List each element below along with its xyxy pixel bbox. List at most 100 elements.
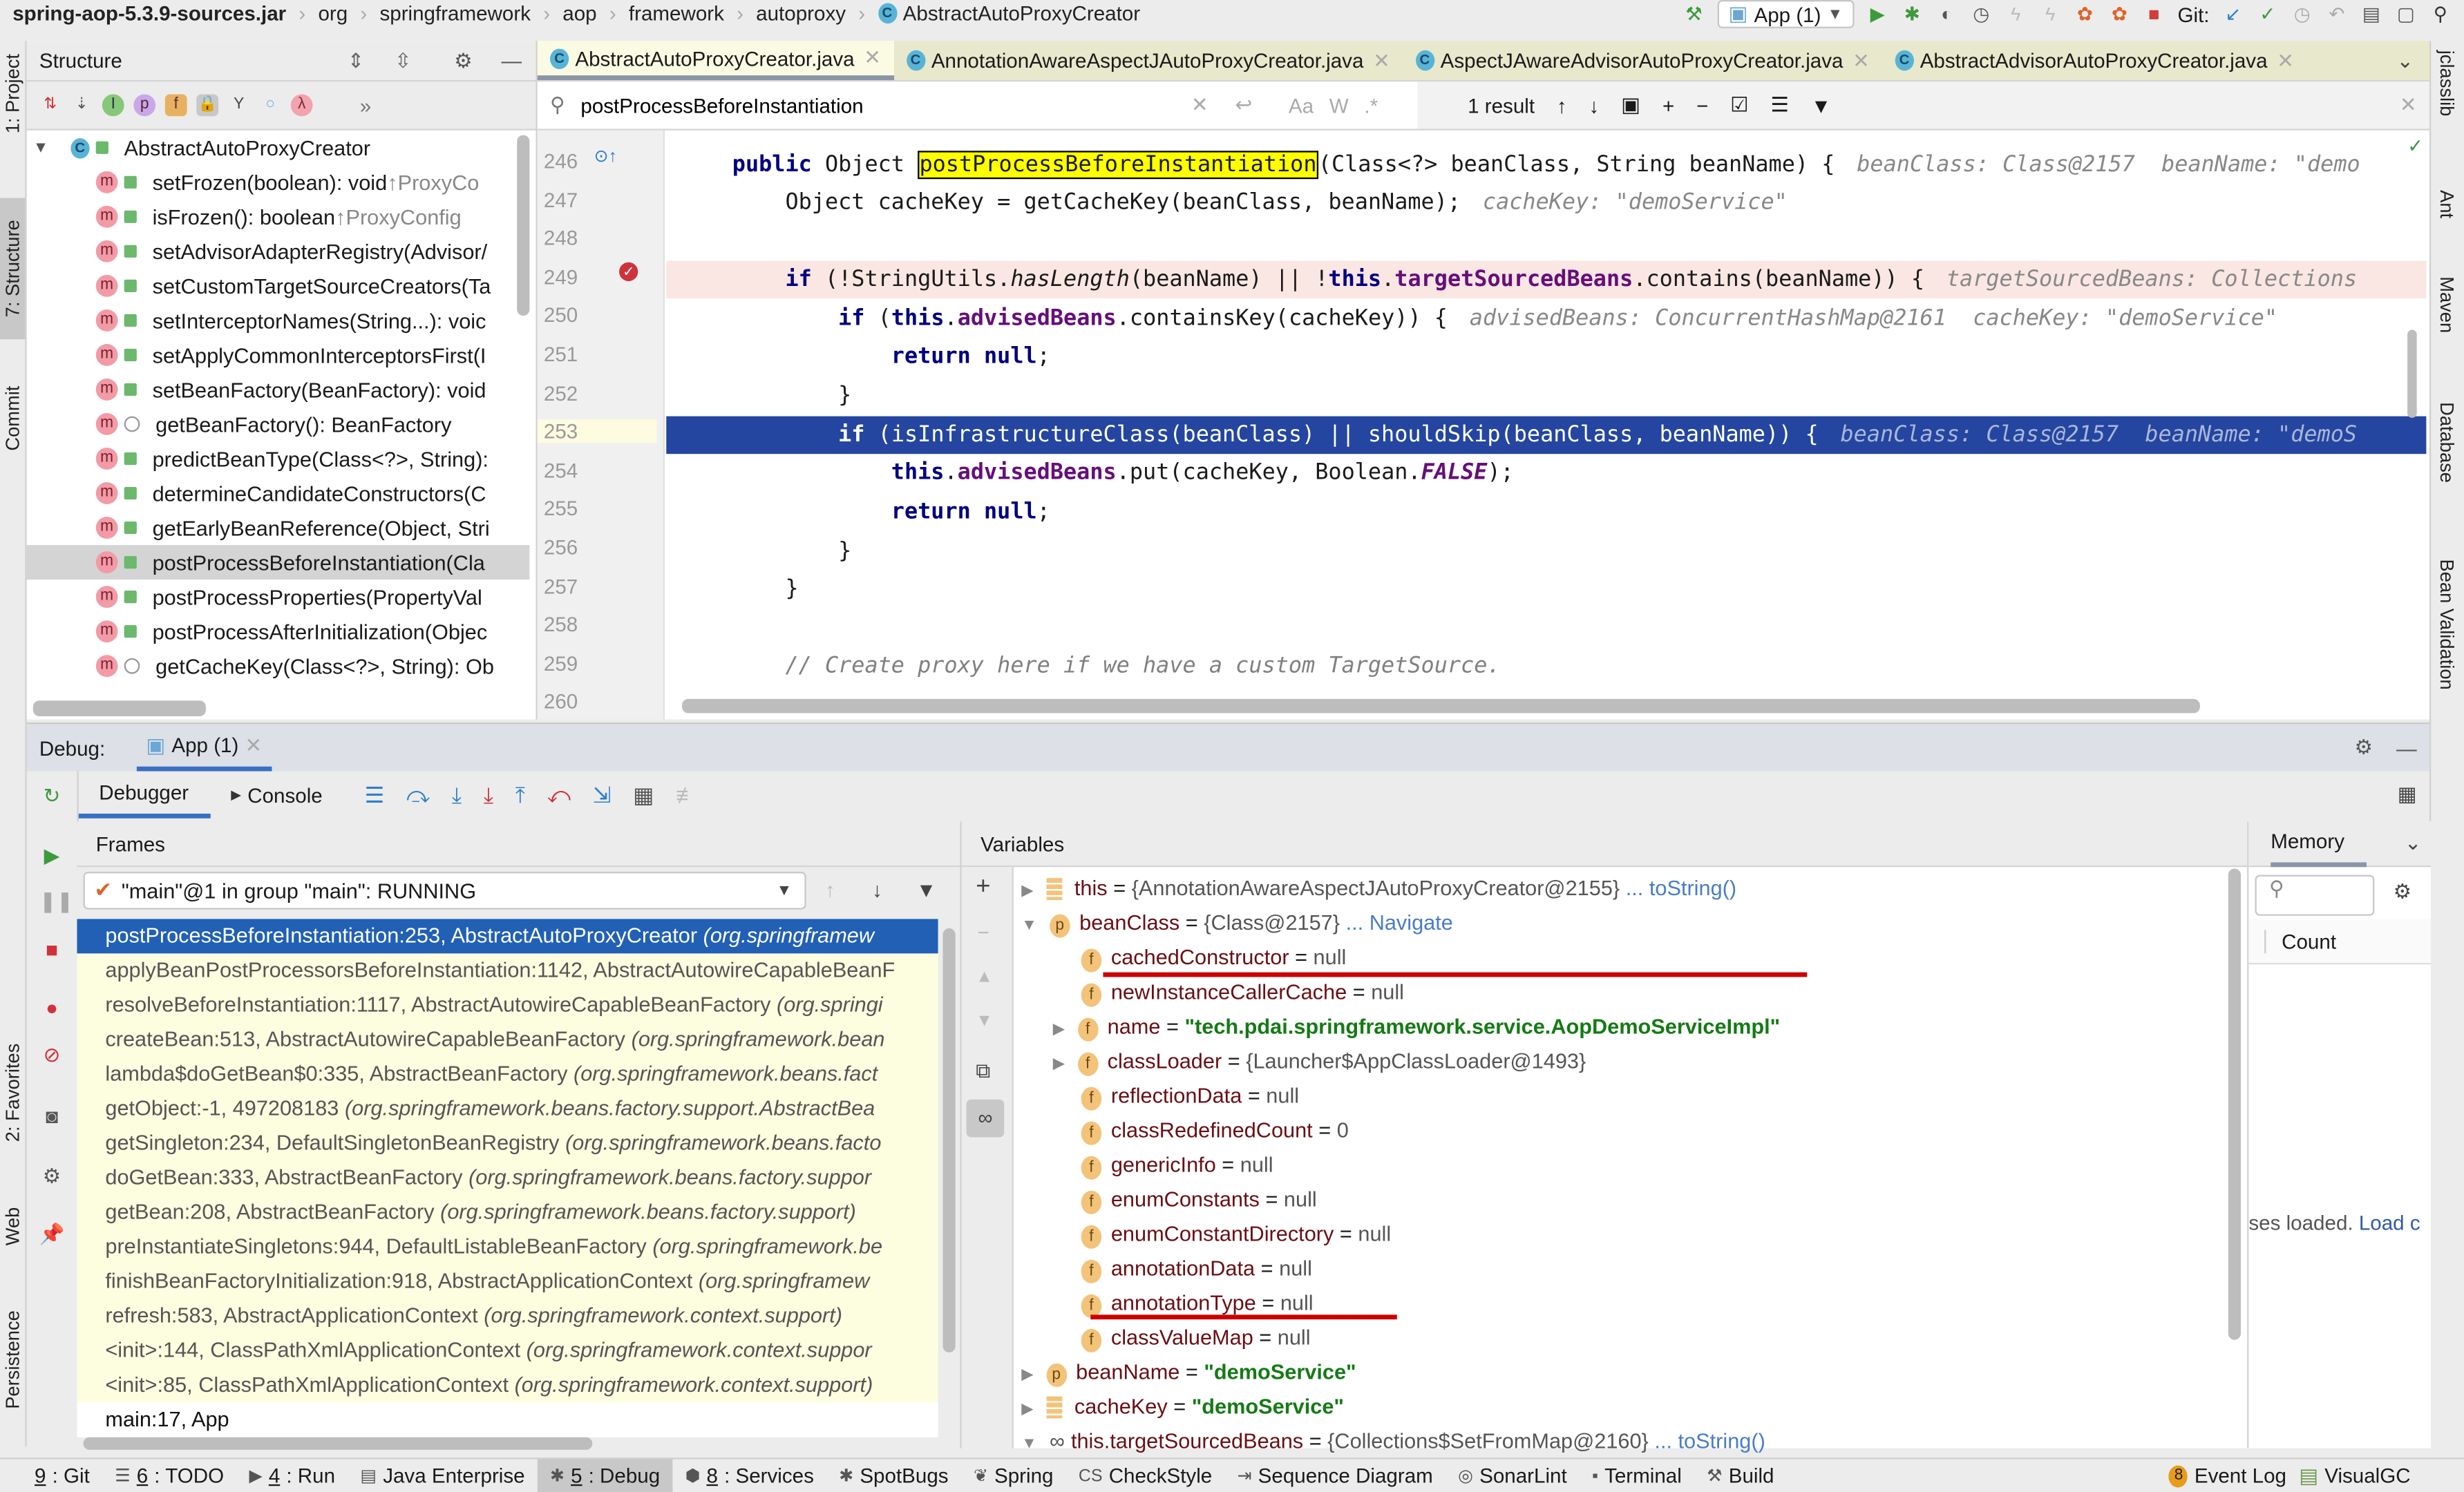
- line-number[interactable]: 246: [544, 149, 591, 173]
- structure-horizontal-scrollbar[interactable]: [32, 700, 206, 716]
- view-breakpoints-icon[interactable]: ●: [39, 996, 64, 1021]
- tool-window-button[interactable]: 9: Git: [22, 1460, 102, 1492]
- sort-alphabetically-icon[interactable]: ⇣: [70, 94, 93, 116]
- tab-annotation-aware-aspectj[interactable]: C AnnotationAwareAspectJAutoProxyCreator.…: [893, 41, 1403, 80]
- breakpoint-icon[interactable]: ✓: [619, 262, 638, 282]
- run-icon[interactable]: ▶: [1866, 3, 1888, 26]
- tool-window-button[interactable]: ✱ SpotBugs: [826, 1460, 961, 1492]
- more-icon[interactable]: »: [360, 93, 371, 117]
- structure-method-item[interactable]: m setInterceptorNames(String...): voic: [27, 303, 530, 338]
- previous-frame-icon[interactable]: ↑: [825, 878, 835, 901]
- close-icon[interactable]: ✕: [864, 46, 881, 70]
- tool-window-commit[interactable]: Commit: [0, 363, 25, 472]
- structure-method-item[interactable]: m postProcessAfterInitialization(Objec: [27, 614, 530, 649]
- mute-breakpoints-icon[interactable]: ⊘: [39, 1043, 64, 1068]
- show-inherited-icon[interactable]: I: [102, 94, 124, 117]
- visualgc-button[interactable]: ▤ VisualGC: [2299, 1463, 2410, 1488]
- structure-method-item[interactable]: m getCacheKey(Class<?>, String): Ob: [27, 649, 530, 683]
- tool-window-button[interactable]: CS CheckStyle: [1066, 1460, 1225, 1492]
- structure-method-item[interactable]: m getBeanFactory(): BeanFactory: [27, 407, 530, 441]
- line-number[interactable]: 257: [544, 574, 591, 597]
- expand-all-icon[interactable]: ⇕: [348, 48, 365, 73]
- select-all-icon[interactable]: ☑: [1730, 93, 1749, 117]
- filter-frames-icon[interactable]: ▼: [916, 878, 936, 901]
- search-icon[interactable]: ⚲: [550, 93, 565, 117]
- variable-row[interactable]: ▼ p beanClass = {Class@2157} ... Navigate: [1021, 906, 1453, 941]
- tab-abstract-auto-proxy-creator[interactable]: C AbstractAutoProxyCreator.java ✕: [537, 41, 894, 80]
- match-case-toggle[interactable]: Aa: [1289, 93, 1314, 117]
- structure-method-item[interactable]: m predictBeanType(Class<?>, String):: [27, 441, 530, 476]
- structure-method-item[interactable]: m postProcessProperties(PropertyVal: [27, 580, 530, 614]
- tab-aspectj-aware-advisor[interactable]: C AspectJAwareAdvisorAutoProxyCreator.jav…: [1403, 41, 1882, 80]
- tool-window-persistence[interactable]: Persistence: [0, 1290, 25, 1431]
- line-number[interactable]: 260: [544, 690, 591, 714]
- variable-row[interactable]: ▶ this = {AnnotationAwareAspectJAutoProxy…: [1021, 872, 1736, 906]
- structure-vertical-scrollbar[interactable]: [517, 135, 530, 316]
- close-icon[interactable]: ✕: [1852, 48, 1870, 73]
- evaluate-expression-icon[interactable]: ▦: [633, 781, 654, 808]
- breadcrumb-aop[interactable]: aop: [562, 1, 596, 24]
- overrides-method-icon[interactable]: ⊙↑: [594, 146, 617, 166]
- gear-icon[interactable]: ⚙: [39, 1164, 64, 1189]
- minimize-icon[interactable]: —: [501, 48, 522, 72]
- variable-row[interactable]: f genericInfo = null: [1053, 1148, 1273, 1183]
- resume-icon[interactable]: ▶: [39, 843, 64, 868]
- tool-window-button[interactable]: ▶ 4: Run: [236, 1460, 348, 1492]
- stack-frame[interactable]: <init>:144, ClassPathXmlApplicationConte…: [77, 1334, 938, 1368]
- filter-settings-icon[interactable]: ☰: [1771, 93, 1790, 117]
- close-find-icon[interactable]: ✕: [2400, 93, 2417, 117]
- next-frame-icon[interactable]: ↓: [872, 878, 882, 901]
- breadcrumb-class[interactable]: C AbstractAutoProxyCreator: [878, 1, 1140, 24]
- variable-row[interactable]: ▼ ∞ this.targetSourcedBeans = {Collections…: [1021, 1425, 1765, 1460]
- tool-window-button[interactable]: ☰ 6: TODO: [102, 1460, 236, 1492]
- line-number[interactable]: 254: [544, 459, 591, 482]
- event-log-button[interactable]: 8 Event Log: [2169, 1464, 2286, 1487]
- stack-frame[interactable]: main:17, App: [77, 1402, 938, 1437]
- stack-frame[interactable]: getSingleton:234, DefaultSingletonBeanRe…: [77, 1126, 938, 1160]
- stop-icon[interactable]: ■: [2143, 3, 2165, 26]
- stack-frame[interactable]: <init>:85, ClassPathXmlApplicationContex…: [77, 1368, 938, 1403]
- structure-method-item[interactable]: m isFrozen(): boolean ↑ProxyConfig: [27, 200, 530, 234]
- gear-icon[interactable]: ⚙: [454, 48, 473, 73]
- count-column-header[interactable]: Count: [2264, 929, 2336, 953]
- line-number[interactable]: 259: [544, 651, 591, 675]
- expand-arrow-icon[interactable]: ▶: [1021, 1366, 1034, 1384]
- editor-vertical-scrollbar[interactable]: [2407, 329, 2417, 418]
- variable-row[interactable]: f annotationData = null: [1053, 1252, 1312, 1286]
- filter-icon[interactable]: ▼: [1811, 93, 1831, 117]
- variable-row[interactable]: f reflectionData = null: [1053, 1079, 1299, 1113]
- thread-selector[interactable]: ✔ "main"@1 in group "main": RUNNING ▼: [83, 872, 806, 910]
- layout-settings-icon[interactable]: ▦: [2398, 782, 2417, 807]
- tool-window-jclasslib[interactable]: jclasslib: [2436, 50, 2458, 117]
- collapse-arrow-icon[interactable]: ▼: [1021, 1435, 1037, 1453]
- select-all-occurrences-icon[interactable]: ▣: [1621, 93, 1640, 117]
- variable-row[interactable]: ▶ cacheKey = "demoService": [1021, 1390, 1344, 1424]
- structure-method-item[interactable]: m setCustomTargetSourceCreators(Ta: [27, 269, 530, 303]
- tab-console[interactable]: ▸ Console: [231, 772, 322, 819]
- regex-toggle[interactable]: .*: [1364, 93, 1378, 117]
- tool-window-button[interactable]: ✱ 5: Debug: [537, 1459, 673, 1492]
- clear-search-icon[interactable]: ✕: [1191, 93, 1209, 117]
- minimize-icon[interactable]: —: [2396, 736, 2417, 759]
- stack-frame[interactable]: resolveBeforeInstantiation:1117, Abstrac…: [77, 988, 938, 1022]
- next-occurrence-icon[interactable]: ↓: [1589, 93, 1600, 117]
- presentation-icon[interactable]: ▢: [2395, 3, 2417, 26]
- line-number[interactable]: 255: [544, 497, 591, 520]
- jrebel-debug-icon[interactable]: ✿: [2108, 3, 2130, 26]
- variable-row[interactable]: f classRedefinedCount = 0: [1053, 1113, 1349, 1148]
- expand-arrow-icon[interactable]: ▶: [1053, 1055, 1065, 1073]
- trace-current-stream-icon[interactable]: ≢: [676, 782, 698, 807]
- tool-window-button[interactable]: ▤ Java Enterprise: [348, 1460, 538, 1492]
- structure-method-item[interactable]: m postProcessBeforeInstantiation(Cla: [26, 545, 530, 580]
- breadcrumb-jar[interactable]: spring-aop-5.3.9-sources.jar: [12, 1, 286, 24]
- hotswap-icon[interactable]: ϟ: [2039, 3, 2061, 26]
- variable-action-link[interactable]: ... toString(): [1654, 1429, 1765, 1453]
- stack-frame[interactable]: doGetBean:333, AbstractBeanFactory (org.…: [77, 1160, 938, 1195]
- sort-by-visibility-icon[interactable]: ⇅: [39, 94, 61, 116]
- debug-icon[interactable]: ✱: [1901, 3, 1923, 26]
- stack-frame[interactable]: preInstantiateSingletons:944, DefaultLis…: [77, 1230, 938, 1265]
- stack-frame[interactable]: createBean:513, AbstractAutowireCapableB…: [77, 1022, 938, 1057]
- breadcrumb-framework[interactable]: framework: [629, 1, 724, 24]
- remove-occurrence-icon[interactable]: −: [1696, 93, 1708, 117]
- stack-frame[interactable]: finishBeanFactoryInitialization:918, Abs…: [77, 1265, 938, 1299]
